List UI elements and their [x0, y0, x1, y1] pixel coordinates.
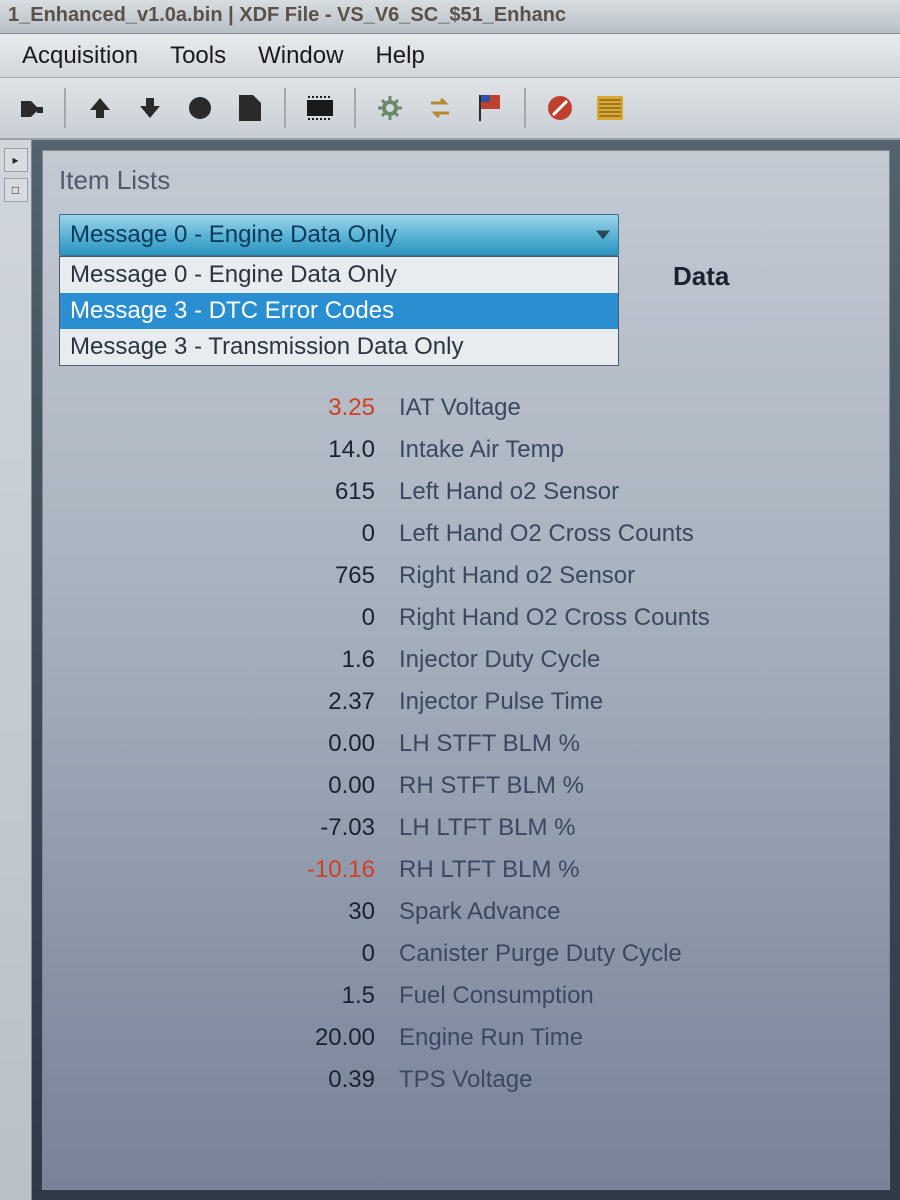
- data-label: LH STFT BLM %: [399, 730, 580, 758]
- menu-help[interactable]: Help: [361, 38, 438, 74]
- sidebar-collapse-button[interactable]: ▸: [4, 148, 28, 172]
- data-label: Injector Duty Cycle: [399, 646, 600, 674]
- data-row[interactable]: -10.16RH LTFT BLM %: [59, 856, 873, 898]
- data-value: 0.00: [59, 730, 399, 758]
- dropdown-selected[interactable]: Message 0 - Engine Data Only: [59, 214, 619, 256]
- flag-icon[interactable]: [470, 88, 510, 128]
- data-row[interactable]: 0Right Hand O2 Cross Counts: [59, 604, 873, 646]
- dropdown-option[interactable]: Message 3 - Transmission Data Only: [60, 329, 618, 365]
- data-label: TPS Voltage: [399, 1066, 532, 1094]
- workspace: ▸ □ Item Lists Message 0 - Engine Data O…: [0, 140, 900, 1200]
- data-table: 3.25IAT Voltage14.0Intake Air Temp615Lef…: [59, 394, 873, 1108]
- data-row[interactable]: 1.6Injector Duty Cycle: [59, 646, 873, 688]
- data-row[interactable]: 0Canister Purge Duty Cycle: [59, 940, 873, 982]
- data-value: 0: [59, 604, 399, 632]
- document-icon[interactable]: [230, 88, 270, 128]
- panel-title: Item Lists: [59, 165, 873, 196]
- data-value: 765: [59, 562, 399, 590]
- data-value: 1.6: [59, 646, 399, 674]
- dropdown-option[interactable]: Message 0 - Engine Data Only: [60, 257, 618, 293]
- data-label: Fuel Consumption: [399, 982, 594, 1010]
- message-dropdown[interactable]: Message 0 - Engine Data Only Message 0 -…: [59, 214, 619, 256]
- toolbar-separator: [64, 88, 66, 128]
- data-value: 0: [59, 520, 399, 548]
- data-label: RH STFT BLM %: [399, 772, 584, 800]
- toolbar-separator: [524, 88, 526, 128]
- data-row[interactable]: 765Right Hand o2 Sensor: [59, 562, 873, 604]
- data-row[interactable]: 2.37Injector Pulse Time: [59, 688, 873, 730]
- data-row[interactable]: 3.25IAT Voltage: [59, 394, 873, 436]
- data-value: 3.25: [59, 394, 399, 422]
- chip-icon[interactable]: [300, 88, 340, 128]
- data-label: Engine Run Time: [399, 1024, 583, 1052]
- dropdown-selected-label: Message 0 - Engine Data Only: [70, 221, 397, 248]
- data-row[interactable]: 0Left Hand O2 Cross Counts: [59, 520, 873, 562]
- item-lists-panel: Item Lists Message 0 - Engine Data Only …: [42, 150, 890, 1190]
- data-value: 0.00: [59, 772, 399, 800]
- toolbar: [0, 78, 900, 140]
- data-row[interactable]: 0.00LH STFT BLM %: [59, 730, 873, 772]
- gear-icon[interactable]: [370, 88, 410, 128]
- data-label: Right Hand o2 Sensor: [399, 562, 635, 590]
- data-value: 30: [59, 898, 399, 926]
- data-row[interactable]: 0.00RH STFT BLM %: [59, 772, 873, 814]
- data-row[interactable]: 20.00Engine Run Time: [59, 1024, 873, 1066]
- data-label: RH LTFT BLM %: [399, 856, 579, 884]
- stop-icon[interactable]: [540, 88, 580, 128]
- data-label: Canister Purge Duty Cycle: [399, 940, 682, 968]
- data-value: -7.03: [59, 814, 399, 842]
- chevron-down-icon: [596, 231, 610, 240]
- down-arrow-icon[interactable]: [130, 88, 170, 128]
- data-value: 615: [59, 478, 399, 506]
- data-label: Intake Air Temp: [399, 436, 564, 464]
- sidebar-button[interactable]: □: [4, 178, 28, 202]
- data-value: 1.5: [59, 982, 399, 1010]
- data-label: Left Hand O2 Cross Counts: [399, 520, 694, 548]
- connector-icon[interactable]: [10, 88, 50, 128]
- data-value: 0: [59, 940, 399, 968]
- data-row[interactable]: 0.39TPS Voltage: [59, 1066, 873, 1108]
- swap-icon[interactable]: [420, 88, 460, 128]
- data-value: 20.00: [59, 1024, 399, 1052]
- data-label: Right Hand O2 Cross Counts: [399, 604, 710, 632]
- dropdown-option[interactable]: Message 3 - DTC Error Codes: [60, 293, 618, 329]
- menu-bar: Acquisition Tools Window Help: [0, 34, 900, 78]
- left-sidebar: ▸ □: [0, 140, 32, 1200]
- data-row[interactable]: 14.0Intake Air Temp: [59, 436, 873, 478]
- toolbar-separator: [284, 88, 286, 128]
- title-bar: 1_Enhanced_v1.0a.bin | XDF File - VS_V6_…: [0, 0, 900, 34]
- toolbar-separator: [354, 88, 356, 128]
- menu-tools[interactable]: Tools: [156, 38, 240, 74]
- data-row[interactable]: 30Spark Advance: [59, 898, 873, 940]
- data-label: IAT Voltage: [399, 394, 521, 422]
- data-value: 2.37: [59, 688, 399, 716]
- data-label: Injector Pulse Time: [399, 688, 603, 716]
- menu-acquisition[interactable]: Acquisition: [8, 38, 152, 74]
- column-header-data: Data: [673, 261, 729, 292]
- data-value: 14.0: [59, 436, 399, 464]
- menu-window[interactable]: Window: [244, 38, 357, 74]
- data-row[interactable]: 615Left Hand o2 Sensor: [59, 478, 873, 520]
- data-row[interactable]: -7.03LH LTFT BLM %: [59, 814, 873, 856]
- up-arrow-icon[interactable]: [80, 88, 120, 128]
- data-row[interactable]: 1.5Fuel Consumption: [59, 982, 873, 1024]
- data-label: Spark Advance: [399, 898, 560, 926]
- raw-icon[interactable]: [590, 88, 630, 128]
- data-label: Left Hand o2 Sensor: [399, 478, 619, 506]
- record-icon[interactable]: [180, 88, 220, 128]
- data-label: LH LTFT BLM %: [399, 814, 575, 842]
- data-value: -10.16: [59, 856, 399, 884]
- dropdown-list: Message 0 - Engine Data OnlyMessage 3 - …: [59, 256, 619, 366]
- data-value: 0.39: [59, 1066, 399, 1094]
